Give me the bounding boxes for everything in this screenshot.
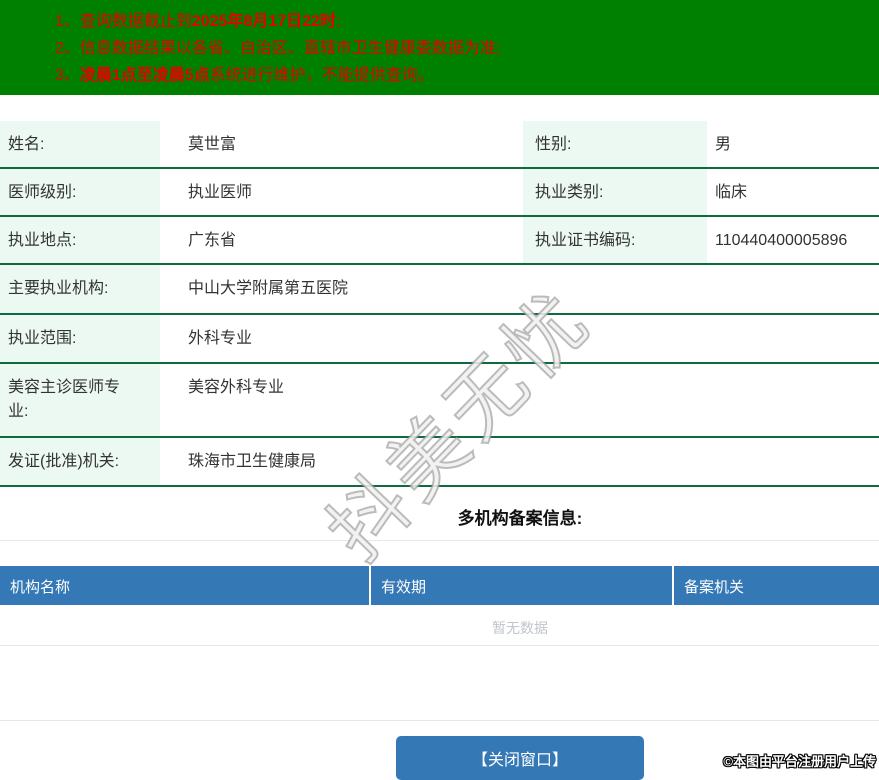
practice-location-label: 执业地点: — [0, 217, 160, 263]
column-header-institution-name: 机构名称 — [10, 579, 71, 596]
practice-scope-value: 外科专业 — [188, 330, 253, 347]
doctor-level-value: 执业医师 — [188, 184, 253, 201]
gender-label: 性别: — [523, 121, 707, 167]
notice-line-1-num: 1、 — [55, 13, 80, 30]
notice-banner: 1、查询数据截止到2025年8月17日22时; 2、信息数据结果以各省、自治区、… — [0, 0, 879, 95]
issuing-authority-value: 珠海市卫生健康局 — [188, 453, 317, 470]
copyright-note: ©本图由平台注册用户上传 — [723, 754, 876, 769]
name-label: 姓名: — [0, 121, 160, 167]
practice-scope-label: 执业范围: — [0, 315, 160, 362]
notice-line-3: 3、凌晨1点至凌晨5点系统进行维护，不能提供查询。 — [55, 62, 879, 89]
notice-line-1-bold: 2025年8月17日22时 — [191, 13, 337, 30]
close-window-button[interactable]: 【关闭窗口】 — [396, 736, 644, 780]
notice-line-2: 2、信息数据结果以各省、自治区、直辖市卫生健康委数据为准; — [55, 35, 879, 62]
practice-category-value: 临床 — [715, 184, 748, 201]
column-header-validity-period: 有效期 — [369, 566, 672, 605]
table-row-issuing-authority: 发证(批准)机关: 珠海市卫生健康局 — [0, 438, 879, 487]
notice-line-3-num: 3、 — [55, 67, 80, 84]
table-row-main-institution: 主要执业机构: 中山大学附属第五医院 — [0, 265, 879, 315]
table-row-location-certificate: 执业地点: 广东省 执业证书编码: 110440400005896 — [0, 217, 879, 265]
no-data-placeholder: 暂无数据 — [0, 605, 879, 646]
filing-table-header: 机构名称 有效期 备案机关 — [0, 566, 879, 605]
table-row-practice-scope: 执业范围: 外科专业 — [0, 315, 879, 364]
main-institution-label: 主要执业机构: — [0, 265, 160, 313]
main-institution-value: 中山大学附属第五医院 — [188, 280, 349, 297]
gender-value: 男 — [715, 136, 732, 153]
practice-location-value: 广东省 — [188, 232, 237, 249]
doctor-level-label: 医师级别: — [0, 169, 160, 215]
notice-line-1-tail: ; — [336, 13, 341, 30]
filing-section-title: 多机构备案信息: — [0, 487, 879, 541]
notice-line-2-num: 2、 — [55, 40, 80, 57]
certificate-number-label: 执业证书编码: — [523, 217, 707, 263]
doctor-info-table: 姓名: 莫世富 性别: 男 医师级别: 执业医师 执业类别: 临床 执业地点: … — [0, 121, 879, 487]
name-value: 莫世富 — [188, 136, 237, 153]
notice-line-2-text: 信息数据结果以各省、自治区、直辖市卫生健康委数据为准; — [79, 40, 501, 57]
column-header-filing-authority: 备案机关 — [672, 566, 879, 605]
notice-line-3-bold: 凌晨1点至凌晨5点 — [79, 67, 210, 84]
certificate-number-value: 110440400005896 — [715, 232, 848, 249]
notice-line-1-text: 查询数据截止到 — [79, 13, 192, 30]
aesthetic-specialty-label: 美容主诊医师专业: — [0, 364, 160, 436]
table-row-aesthetic-specialty: 美容主诊医师专业: 美容外科专业 — [0, 364, 879, 438]
aesthetic-specialty-value: 美容外科专业 — [188, 379, 285, 396]
notice-line-3-tail: 系统进行维护，不能提供查询。 — [209, 67, 434, 84]
issuing-authority-label: 发证(批准)机关: — [0, 438, 160, 485]
table-row-level-category: 医师级别: 执业医师 执业类别: 临床 — [0, 169, 879, 217]
table-row-name-gender: 姓名: 莫世富 性别: 男 — [0, 121, 879, 169]
notice-line-1: 1、查询数据截止到2025年8月17日22时; — [55, 8, 879, 35]
footer-divider — [0, 720, 879, 721]
practice-category-label: 执业类别: — [523, 169, 707, 215]
